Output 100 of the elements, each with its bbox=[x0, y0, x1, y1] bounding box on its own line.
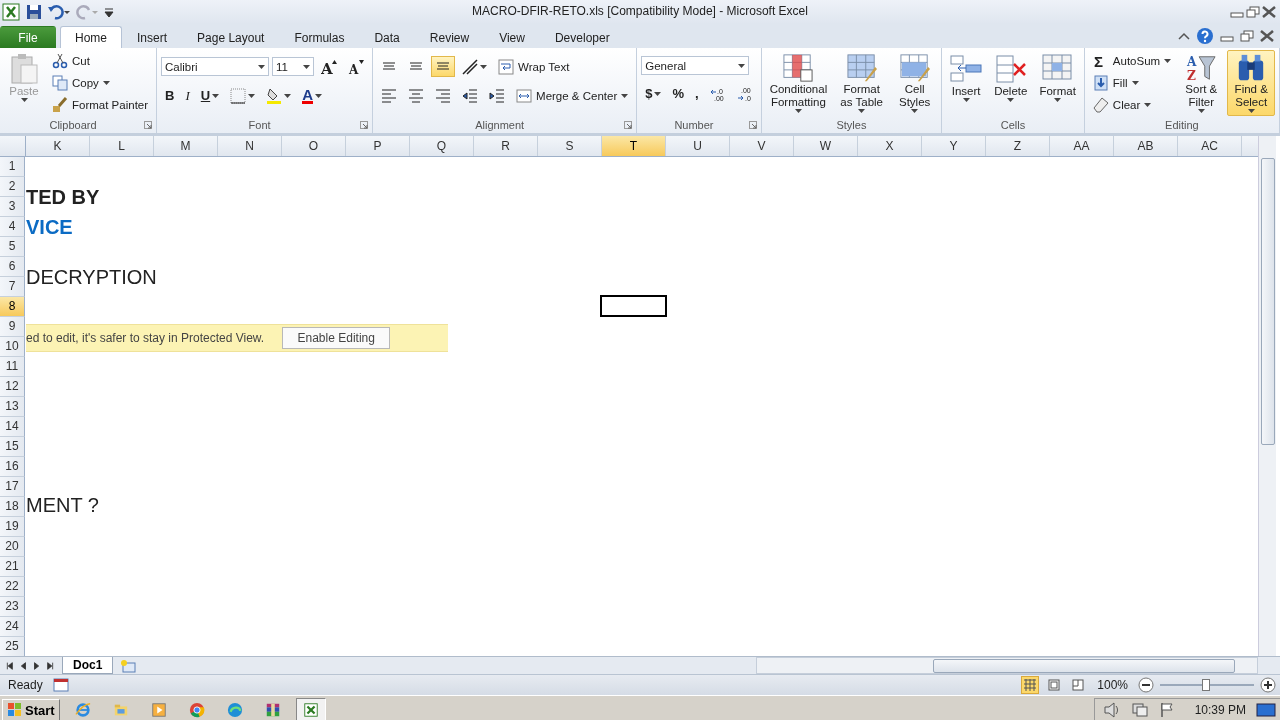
column-header[interactable]: L bbox=[90, 136, 154, 156]
toggle-button[interactable]: % bbox=[668, 83, 689, 104]
close-icon[interactable] bbox=[1262, 6, 1276, 18]
ribbon-tab[interactable]: View bbox=[484, 26, 540, 48]
column-header[interactable]: V bbox=[730, 136, 794, 156]
show-desktop-icon[interactable] bbox=[1256, 702, 1276, 718]
row-header[interactable]: 20 bbox=[0, 537, 25, 557]
ribbon-button[interactable]: Format bbox=[1035, 50, 1080, 116]
row-header[interactable]: 5 bbox=[0, 237, 25, 257]
ribbon-button[interactable]: Wrap Text bbox=[494, 57, 574, 76]
column-header[interactable]: U bbox=[666, 136, 730, 156]
column-header[interactable]: Q bbox=[410, 136, 474, 156]
ribbon-tab[interactable]: Page Layout bbox=[182, 26, 280, 48]
launcher-icon[interactable] bbox=[624, 121, 633, 129]
toggle-button[interactable]: B bbox=[161, 85, 179, 106]
customize-icon[interactable] bbox=[104, 6, 114, 18]
column-header[interactable]: N bbox=[218, 136, 282, 156]
zoom-level[interactable]: 100% bbox=[1097, 678, 1128, 692]
row-header[interactable]: 11 bbox=[0, 357, 25, 377]
zoom-in-icon[interactable] bbox=[1260, 677, 1276, 693]
toggle-button[interactable]: , bbox=[691, 83, 703, 104]
row-header[interactable]: 4 bbox=[0, 217, 25, 237]
row-header[interactable]: 22 bbox=[0, 577, 25, 597]
row-header[interactable]: 16 bbox=[0, 457, 25, 477]
dropdown-field[interactable]: General bbox=[641, 56, 750, 75]
horizontal-scrollbar[interactable] bbox=[756, 657, 1258, 674]
toggle-button[interactable]: I bbox=[181, 85, 194, 106]
row-header[interactable]: 25 bbox=[0, 637, 25, 656]
zoom-out-icon[interactable] bbox=[1138, 677, 1154, 693]
column-header[interactable]: AB bbox=[1114, 136, 1178, 156]
ribbon-tab[interactable]: Developer bbox=[539, 26, 625, 48]
row-header[interactable]: 7 bbox=[0, 277, 25, 297]
row-header[interactable]: 10 bbox=[0, 337, 25, 357]
column-header[interactable]: O bbox=[282, 136, 346, 156]
column-header[interactable]: Z bbox=[986, 136, 1050, 156]
ribbon-button[interactable]: Insert bbox=[946, 50, 987, 116]
row-header[interactable]: 9 bbox=[0, 317, 25, 337]
launcher-icon[interactable] bbox=[748, 121, 757, 129]
save-icon[interactable] bbox=[26, 4, 42, 20]
undo-icon[interactable] bbox=[48, 4, 70, 20]
row-header[interactable]: 14 bbox=[0, 417, 25, 437]
volume-icon[interactable] bbox=[1102, 702, 1121, 718]
sheet-nav-icon[interactable] bbox=[46, 660, 56, 671]
ribbon-tab[interactable]: Data bbox=[359, 26, 415, 48]
ribbon-button[interactable]: Cut bbox=[48, 51, 153, 70]
ribbon-button[interactable]: Copy bbox=[48, 73, 153, 92]
row-header[interactable]: 23 bbox=[0, 597, 25, 617]
close-icon[interactable] bbox=[1260, 30, 1274, 42]
taskbar-app[interactable] bbox=[295, 698, 326, 720]
ribbon-tab[interactable]: Review bbox=[414, 26, 485, 48]
sheet-nav-icon[interactable] bbox=[32, 660, 42, 671]
column-header[interactable]: AA bbox=[1050, 136, 1114, 156]
launcher-icon[interactable] bbox=[360, 121, 369, 129]
toggle-button[interactable]: A bbox=[298, 85, 327, 106]
ribbon-button[interactable]: Clear bbox=[1088, 95, 1176, 114]
ribbon-tab[interactable]: Insert bbox=[122, 26, 183, 48]
row-header[interactable]: 3 bbox=[0, 197, 25, 217]
ribbon-tab[interactable]: Home bbox=[60, 26, 122, 48]
row-header[interactable]: 12 bbox=[0, 377, 25, 397]
toggle-button[interactable]: $ bbox=[641, 83, 666, 104]
spreadsheet-icon[interactable] bbox=[2, 3, 20, 21]
column-header[interactable]: Y bbox=[922, 136, 986, 156]
row-header[interactable]: 2 bbox=[0, 177, 25, 197]
ribbon-button[interactable]: Delete bbox=[990, 50, 1032, 116]
ribbon-button[interactable]: Format Painter bbox=[48, 95, 153, 114]
flag-icon[interactable] bbox=[1158, 702, 1175, 718]
normal-view-icon[interactable] bbox=[1021, 676, 1040, 694]
network-icon[interactable] bbox=[1130, 702, 1149, 718]
ribbon-button[interactable]: Cell Styles bbox=[892, 50, 938, 116]
sheet-nav-icon[interactable] bbox=[4, 660, 14, 671]
clock[interactable]: 10:39 PM bbox=[1194, 703, 1246, 717]
vertical-scrollbar[interactable] bbox=[1258, 136, 1276, 656]
column-header[interactable]: M bbox=[154, 136, 218, 156]
row-header[interactable]: 24 bbox=[0, 617, 25, 637]
row-header[interactable]: 8 bbox=[0, 297, 25, 317]
restore-icon[interactable] bbox=[1240, 30, 1254, 42]
column-header[interactable]: W bbox=[794, 136, 858, 156]
launcher-icon[interactable] bbox=[144, 121, 153, 129]
sheet-nav-icon[interactable] bbox=[18, 660, 28, 671]
ribbon-button[interactable]: Format as Table bbox=[835, 50, 889, 116]
column-header[interactable]: R bbox=[474, 136, 538, 156]
row-header[interactable]: 13 bbox=[0, 397, 25, 417]
help-icon[interactable] bbox=[1196, 27, 1214, 45]
sheet-tab[interactable]: Doc1 bbox=[62, 657, 114, 674]
column-header[interactable]: P bbox=[346, 136, 410, 156]
row-header[interactable]: 19 bbox=[0, 517, 25, 537]
column-header[interactable]: AC bbox=[1178, 136, 1242, 156]
row-header[interactable]: 6 bbox=[0, 257, 25, 277]
ribbon-button[interactable]: Σ AutoSum bbox=[1088, 51, 1176, 70]
ribbon-tab[interactable]: File bbox=[0, 26, 56, 48]
column-header[interactable]: X bbox=[858, 136, 922, 156]
ribbon-button[interactable]: Find & Select bbox=[1227, 50, 1275, 116]
toggle-button[interactable]: U bbox=[196, 85, 224, 106]
column-header[interactable]: K bbox=[26, 136, 90, 156]
macro-icon[interactable] bbox=[52, 678, 69, 692]
dropdown-field[interactable]: Calibri bbox=[161, 57, 270, 76]
row-header[interactable]: 15 bbox=[0, 437, 25, 457]
size-field[interactable]: 11 bbox=[272, 57, 315, 76]
ribbon-button[interactable]: A Z Sort & Filter bbox=[1179, 50, 1224, 116]
restore-icon[interactable] bbox=[1246, 6, 1260, 18]
